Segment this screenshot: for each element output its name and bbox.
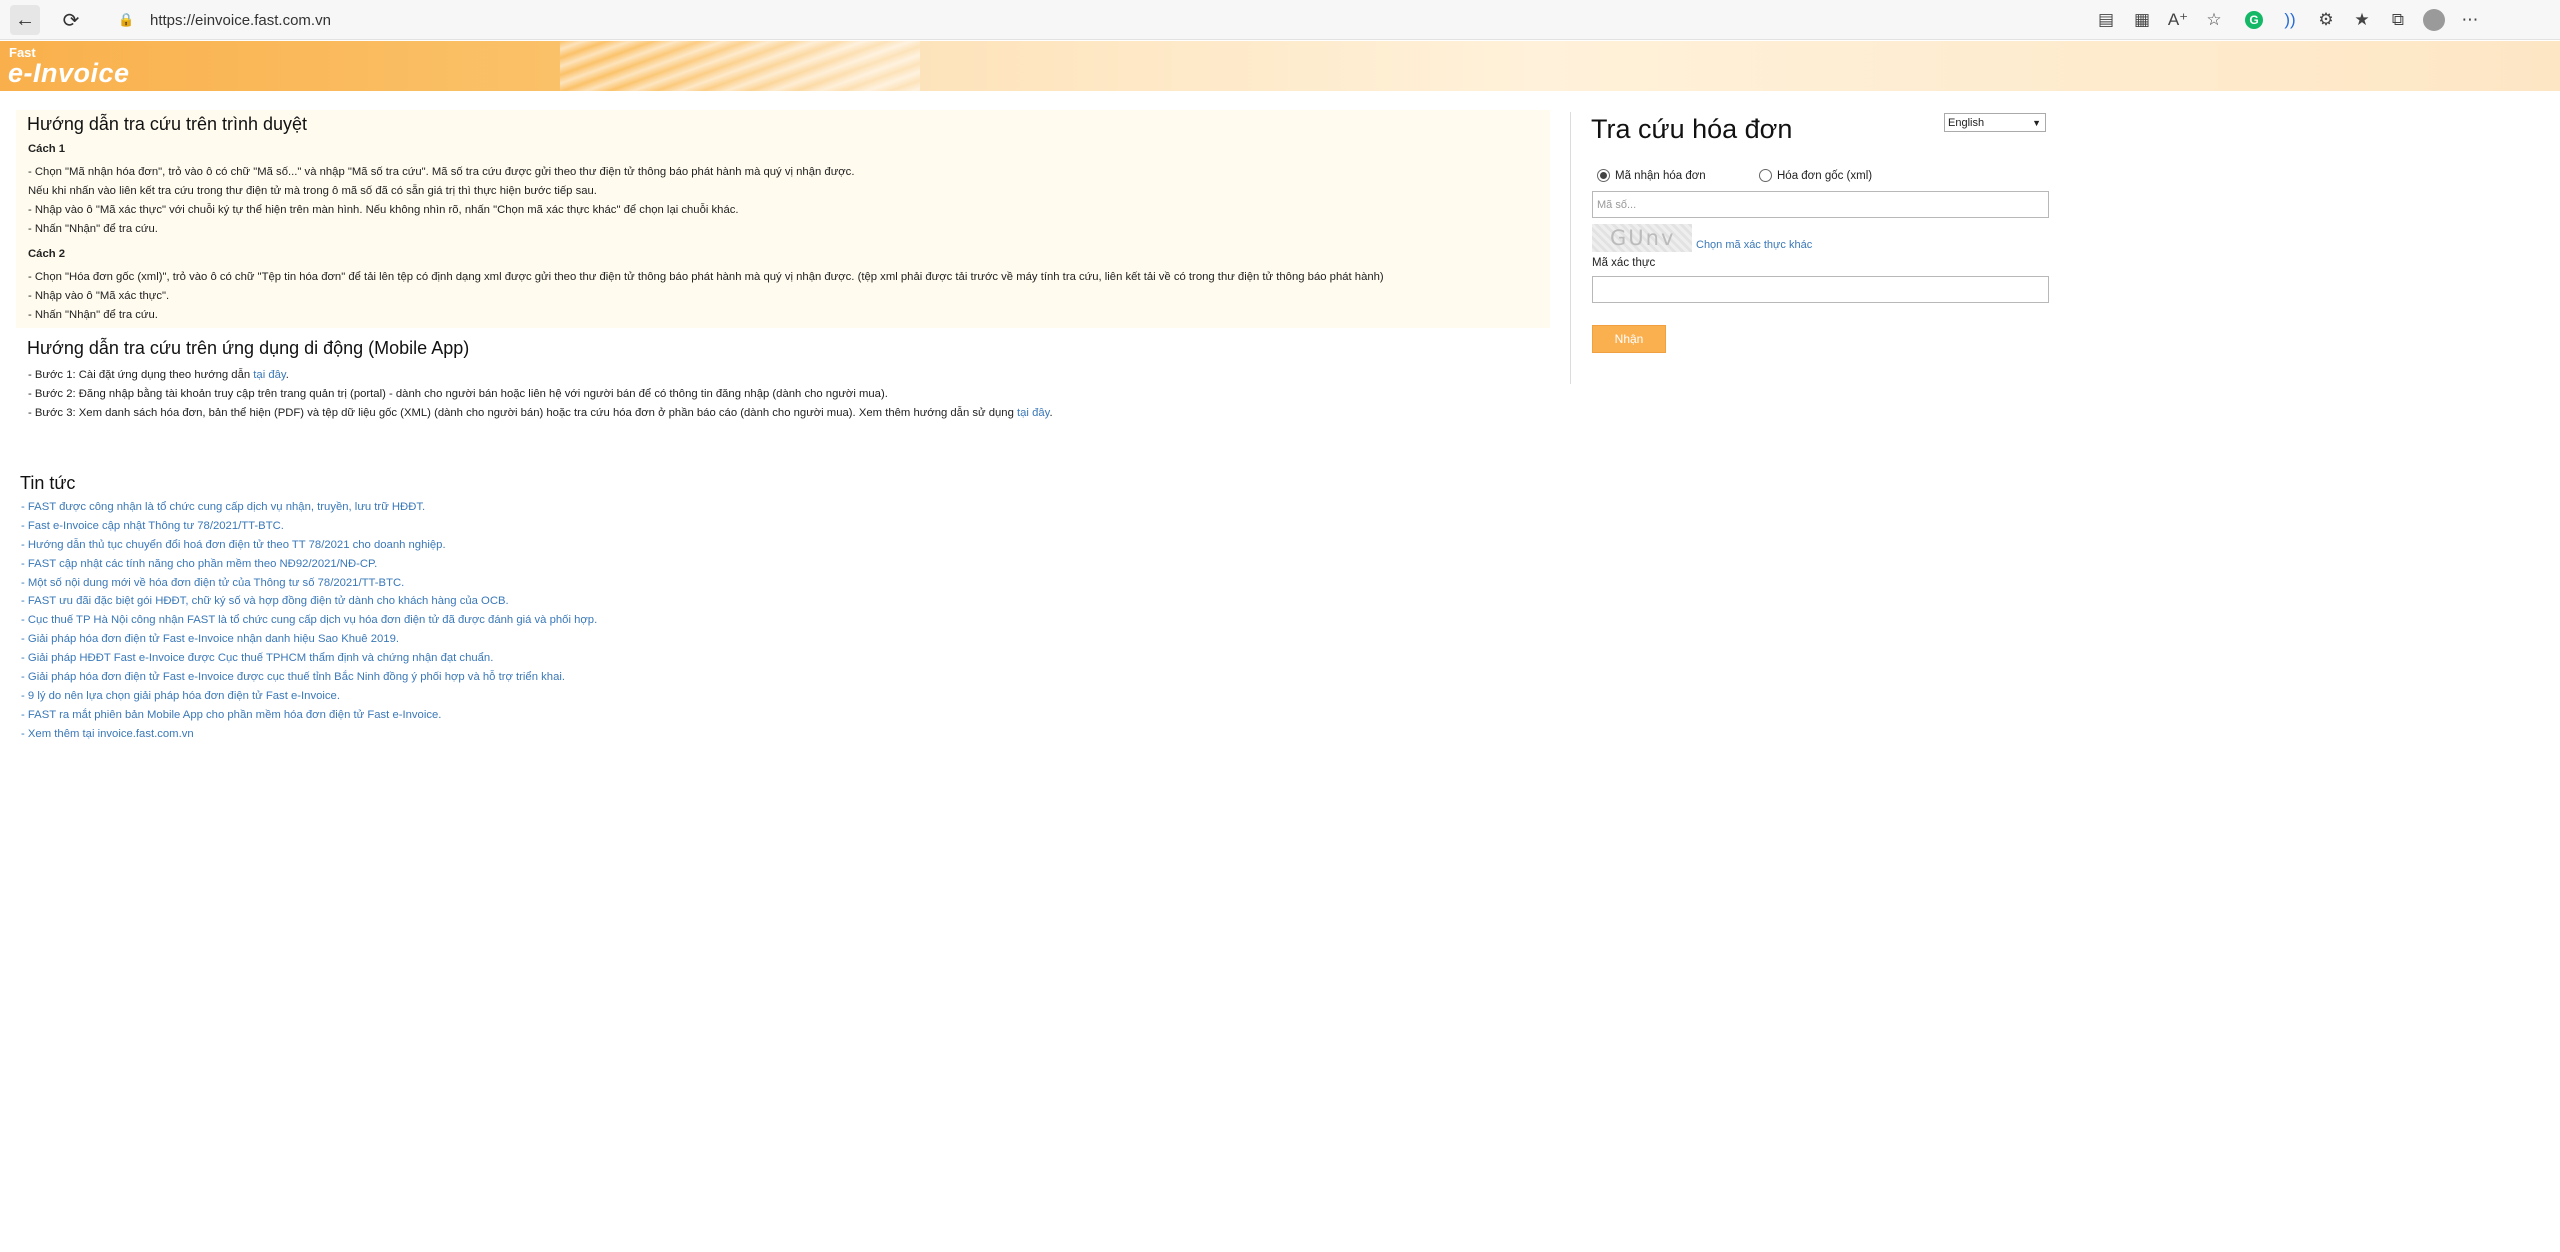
change-captcha-link[interactable]: Chọn mã xác thực khác xyxy=(1696,239,1812,251)
news-item: - FAST cập nhật các tính năng cho phần m… xyxy=(21,558,597,577)
news-item: - Fast e-Invoice cập nhật Thông tư 78/20… xyxy=(21,520,597,539)
profile-icon[interactable] xyxy=(2416,6,2452,34)
news-item: - FAST ra mắt phiên bản Mobile App cho p… xyxy=(21,709,597,728)
logo-einvoice[interactable]: e-Invoice xyxy=(8,58,130,89)
method2-line: - Nhập vào ô "Mã xác thực". xyxy=(28,290,170,302)
news-item: - Xem thêm tại invoice.fast.com.vn xyxy=(21,728,597,747)
news-link[interactable]: - Giải pháp HĐĐT Fast e-Invoice được Cục… xyxy=(21,652,493,664)
step3-here-link[interactable]: tại đây xyxy=(1017,407,1049,419)
reload-icon[interactable]: ⟳ xyxy=(56,5,86,35)
news-link[interactable]: - FAST ra mắt phiên bản Mobile App cho p… xyxy=(21,709,441,721)
mobile-step-1: - Bước 1: Cài đặt ứng dụng theo hướng dẫ… xyxy=(28,369,289,381)
extensions-icon[interactable]: ⚙ xyxy=(2308,6,2344,34)
news-link[interactable]: - Fast e-Invoice cập nhật Thông tư 78/20… xyxy=(21,520,284,532)
method1-line: - Chọn "Mã nhận hóa đơn", trỏ vào ô có c… xyxy=(28,166,855,178)
news-item: - Giải pháp HĐĐT Fast e-Invoice được Cục… xyxy=(21,652,597,671)
auth-code-label: Mã xác thực xyxy=(1592,257,1656,269)
news-item: - 9 lý do nên lựa chọn giải pháp hóa đơn… xyxy=(21,690,597,709)
news-item: - Một số nội dung mới về hóa đơn điện tử… xyxy=(21,577,597,596)
method2-line: - Chọn "Hóa đơn gốc (xml)", trỏ vào ô có… xyxy=(28,271,1384,283)
radio-original-xml-label[interactable]: Hóa đơn gốc (xml) xyxy=(1777,170,1872,182)
language-select[interactable]: English ▼ xyxy=(1944,113,2046,132)
news-link[interactable]: - Giải pháp hóa đơn điện tử Fast e-Invoi… xyxy=(21,671,565,683)
news-link[interactable]: - Cục thuế TP Hà Nội công nhận FAST là t… xyxy=(21,614,597,626)
read-aloud-icon[interactable]: A⁺ xyxy=(2160,6,2196,34)
method2-line: - Nhấn "Nhận" để tra cứu. xyxy=(28,309,158,321)
grammarly-icon[interactable]: G xyxy=(2236,6,2272,34)
submit-button[interactable]: Nhận xyxy=(1592,325,1666,353)
news-link[interactable]: - Một số nội dung mới về hóa đơn điện tử… xyxy=(21,577,404,589)
step1-here-link[interactable]: tại đây xyxy=(253,369,285,381)
news-list: - FAST được công nhận là tổ chức cung cấ… xyxy=(21,501,597,747)
news-link[interactable]: - FAST cập nhật các tính năng cho phần m… xyxy=(21,558,377,570)
news-item: - FAST ưu đãi đặc biệt gói HĐĐT, chữ ký … xyxy=(21,595,597,614)
mobile-step-3-end: . xyxy=(1049,407,1053,419)
language-value[interactable]: English xyxy=(1948,117,1984,129)
news-item: - Giải pháp hóa đơn điện tử Fast e-Invoi… xyxy=(21,671,597,690)
site-banner: Fast e-Invoice xyxy=(0,41,2560,91)
browser-toolbar: ← ⟳ 🔒 https://einvoice.fast.com.vn ▤ ▦ A… xyxy=(0,0,2560,40)
browser-guide-panel: Hướng dẫn tra cứu trên trình duyệt Cách … xyxy=(16,110,1550,328)
auth-code-input[interactable] xyxy=(1592,276,2049,303)
see-more-link[interactable]: - Xem thêm tại invoice.fast.com.vn xyxy=(21,728,194,740)
more-icon[interactable]: ⋯ xyxy=(2452,6,2488,34)
mobile-step-1-text: - Bước 1: Cài đặt ứng dụng theo hướng dẫ… xyxy=(28,369,254,381)
news-item: - Hướng dẫn thủ tục chuyển đổi hoá đơn đ… xyxy=(21,539,597,558)
audio-icon[interactable]: )) xyxy=(2272,6,2308,34)
reading-view-icon[interactable]: ▤ xyxy=(2088,6,2124,34)
radio-original-xml[interactable]: Hóa đơn gốc (xml) xyxy=(1759,169,1872,182)
mobile-step-1-end: . xyxy=(285,369,289,381)
banner-decoration xyxy=(560,41,920,91)
news-item: - Giải pháp hóa đơn điện tử Fast e-Invoi… xyxy=(21,633,597,652)
news-link[interactable]: - FAST ưu đãi đặc biệt gói HĐĐT, chữ ký … xyxy=(21,595,509,607)
method1-title: Cách 1 xyxy=(28,143,66,155)
news-link[interactable]: - 9 lý do nên lựa chọn giải pháp hóa đơn… xyxy=(21,690,340,702)
method1-line: - Nhấn "Nhận" để tra cứu. xyxy=(28,223,158,235)
news-title: Tin tức xyxy=(20,473,76,493)
address-bar[interactable]: 🔒 https://einvoice.fast.com.vn xyxy=(100,6,2190,34)
mobile-step-3-text: - Bước 3: Xem danh sách hóa đơn, bản thể… xyxy=(28,407,1018,419)
chevron-down-icon[interactable]: ▼ xyxy=(2032,118,2041,128)
address-url[interactable]: https://einvoice.fast.com.vn xyxy=(150,12,331,29)
code-input[interactable]: Mã số... xyxy=(1592,191,2049,218)
favorites-icon[interactable]: ★ xyxy=(2344,6,2380,34)
mobile-guide-title: Hướng dẫn tra cứu trên ứng dụng di động … xyxy=(27,338,470,358)
favorite-add-icon[interactable]: ☆ xyxy=(2196,6,2232,34)
mobile-step-3: - Bước 3: Xem danh sách hóa đơn, bản thể… xyxy=(28,407,1053,419)
news-link[interactable]: - FAST được công nhận là tổ chức cung cấ… xyxy=(21,501,425,513)
back-icon[interactable]: ← xyxy=(10,5,40,35)
method1-line: - Nhập vào ô "Mã xác thực" với chuỗi ký … xyxy=(28,204,739,216)
news-link[interactable]: - Hướng dẫn thủ tục chuyển đổi hoá đơn đ… xyxy=(21,539,446,551)
method2-title: Cách 2 xyxy=(28,248,66,260)
news-link[interactable]: - Giải pháp hóa đơn điện tử Fast e-Invoi… xyxy=(21,633,399,645)
form-divider xyxy=(1570,112,1571,384)
radio-invoice-code[interactable]: Mã nhận hóa đơn xyxy=(1597,169,1706,182)
lookup-title: Tra cứu hóa đơn xyxy=(1591,114,1793,144)
news-item: - FAST được công nhận là tổ chức cung cấ… xyxy=(21,501,597,520)
mobile-step-2: - Bước 2: Đăng nhập bằng tài khoản truy … xyxy=(28,388,888,400)
radio-invoice-code-label[interactable]: Mã nhận hóa đơn xyxy=(1615,170,1706,182)
radio-invoice-code-input[interactable] xyxy=(1597,169,1610,182)
method1-line: Nếu khi nhấn vào liên kết tra cứu trong … xyxy=(28,185,597,197)
collections-icon[interactable]: ⧉ xyxy=(2380,6,2416,34)
qr-icon[interactable]: ▦ xyxy=(2124,6,2160,34)
radio-original-xml-input[interactable] xyxy=(1759,169,1772,182)
lock-icon[interactable]: 🔒 xyxy=(118,12,142,28)
browser-guide-title: Hướng dẫn tra cứu trên trình duyệt xyxy=(27,114,308,134)
captcha-image: GUnv xyxy=(1592,224,1692,252)
news-item: - Cục thuế TP Hà Nội công nhận FAST là t… xyxy=(21,614,597,633)
